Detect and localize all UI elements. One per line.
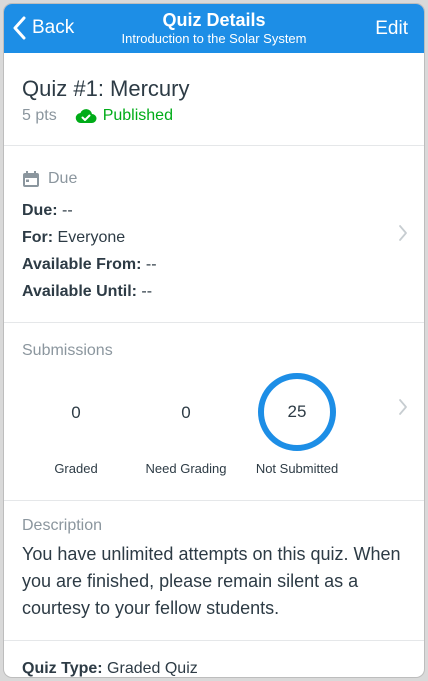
quiz-type-label: Quiz Type: <box>22 660 103 677</box>
back-button[interactable]: Back <box>12 13 74 43</box>
for-value: Everyone <box>53 229 126 246</box>
chevron-left-icon <box>13 16 26 40</box>
points-label: 5 pts <box>22 107 57 124</box>
divider <box>4 640 424 641</box>
edit-button[interactable]: Edit <box>375 18 408 40</box>
app-window: Back Quiz Details Introduction to the So… <box>4 4 424 677</box>
available-from-label: Available From: <box>22 256 142 273</box>
description-text: You have unlimited attempts on this quiz… <box>22 544 401 618</box>
quiz-meta: 5 pts Published <box>22 107 173 125</box>
divider <box>4 500 424 501</box>
due-heading-label: Due <box>48 170 78 187</box>
for-row: For: Everyone <box>22 229 125 247</box>
published-status: Published <box>102 107 173 124</box>
available-until-label: Available Until: <box>22 283 137 300</box>
not-submitted-value: 25 <box>287 402 307 421</box>
graded-count: 0 <box>54 403 98 423</box>
due-label: Due: <box>22 202 58 219</box>
quiz-type-row: Quiz Type: Graded Quiz <box>22 660 198 677</box>
need-grading-value: 0 <box>181 403 191 422</box>
navigation-bar: Back Quiz Details Introduction to the So… <box>4 4 424 53</box>
submissions-heading: Submissions <box>22 342 113 359</box>
nav-title-group: Quiz Details Introduction to the Solar S… <box>84 10 344 47</box>
chevron-right-icon[interactable] <box>398 224 408 242</box>
divider <box>4 322 424 323</box>
not-submitted-ring: 25 <box>258 373 336 451</box>
available-from-row: Available From: -- <box>22 256 157 274</box>
not-submitted-label: Not Submitted <box>255 461 339 476</box>
graded-value: 0 <box>71 403 81 422</box>
due-value: -- <box>57 202 73 219</box>
chevron-right-icon[interactable] <box>398 398 408 416</box>
available-until-value: -- <box>136 283 153 300</box>
due-section-heading: Due <box>22 170 77 188</box>
page-title: Quiz Details <box>162 10 266 30</box>
available-from-value: -- <box>141 256 157 273</box>
need-grading-label: Need Grading <box>145 461 227 476</box>
need-grading-count: 0 <box>164 403 208 423</box>
quiz-type-value: Graded Quiz <box>102 660 198 677</box>
course-subtitle: Introduction to the Solar System <box>121 31 307 46</box>
for-label: For: <box>22 229 54 246</box>
calendar-icon <box>23 171 39 187</box>
back-label: Back <box>32 17 75 38</box>
divider <box>4 145 424 146</box>
due-row: Due: -- <box>22 202 73 220</box>
quiz-title: Quiz #1: Mercury <box>22 76 190 101</box>
description-heading: Description <box>22 517 103 534</box>
cloud-check-icon <box>75 109 97 124</box>
graded-label: Graded <box>54 461 98 476</box>
available-until-row: Available Until: -- <box>22 283 152 301</box>
